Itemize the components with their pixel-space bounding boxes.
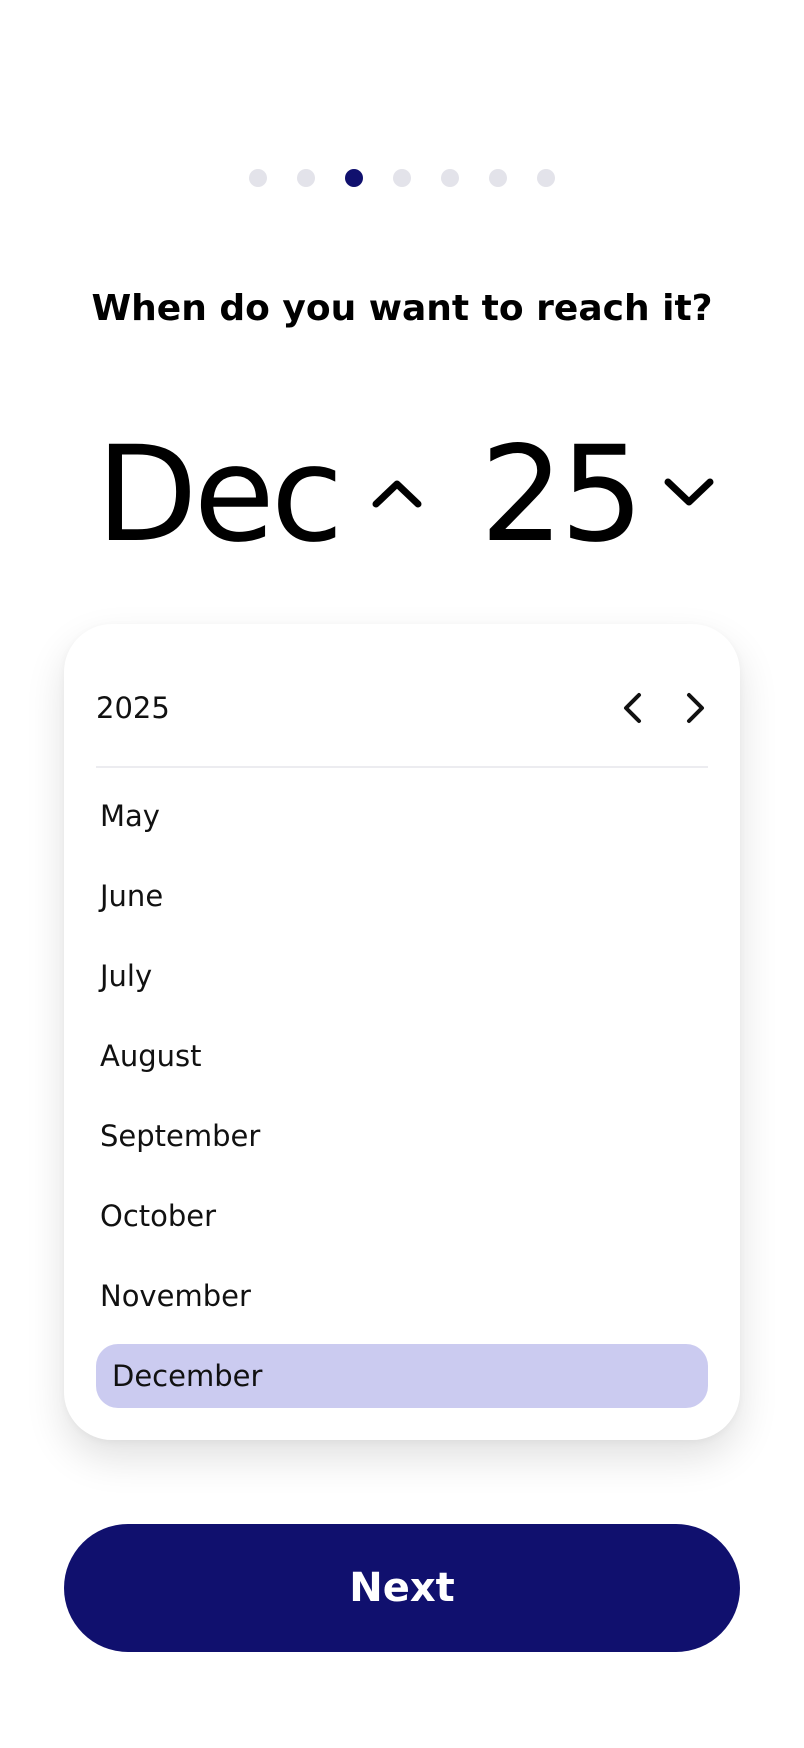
picker-header: 2025 [96, 688, 708, 728]
chevron-down-icon [664, 478, 714, 506]
picker-divider [96, 766, 708, 768]
progress-dot [489, 169, 507, 187]
progress-dot [393, 169, 411, 187]
progress-dot [297, 169, 315, 187]
progress-dot [249, 169, 267, 187]
month-option-september[interactable]: September [96, 1104, 708, 1168]
month-option-july[interactable]: July [96, 944, 708, 1008]
progress-dot-active [345, 169, 363, 187]
month-option-december-selected[interactable]: December [96, 1344, 708, 1408]
month-option-may[interactable]: May [96, 784, 708, 848]
progress-dot [537, 169, 555, 187]
month-list: May June July August September October N… [96, 784, 708, 1424]
progress-dots [0, 169, 804, 187]
selected-year[interactable]: 25 [480, 420, 644, 570]
prev-year-button[interactable] [608, 684, 656, 732]
month-picker-toggle[interactable] [367, 463, 427, 523]
question-title: When do you want to reach it? [91, 288, 713, 329]
month-option-june[interactable]: June [96, 864, 708, 928]
chevron-right-icon [687, 693, 704, 723]
selected-month[interactable]: Dec [96, 420, 343, 570]
month-option-august[interactable]: August [96, 1024, 708, 1088]
month-option-november[interactable]: November [96, 1264, 708, 1328]
chevron-left-icon [624, 693, 641, 723]
picker-year-label: 2025 [96, 691, 170, 725]
month-option-october[interactable]: October [96, 1184, 708, 1248]
progress-dot [441, 169, 459, 187]
month-picker-card: 2025 May June July August September Octo… [64, 624, 740, 1440]
next-button[interactable]: Next [64, 1524, 740, 1652]
year-picker-toggle[interactable] [659, 463, 719, 523]
next-year-button[interactable] [672, 684, 720, 732]
chevron-up-icon [372, 480, 422, 508]
